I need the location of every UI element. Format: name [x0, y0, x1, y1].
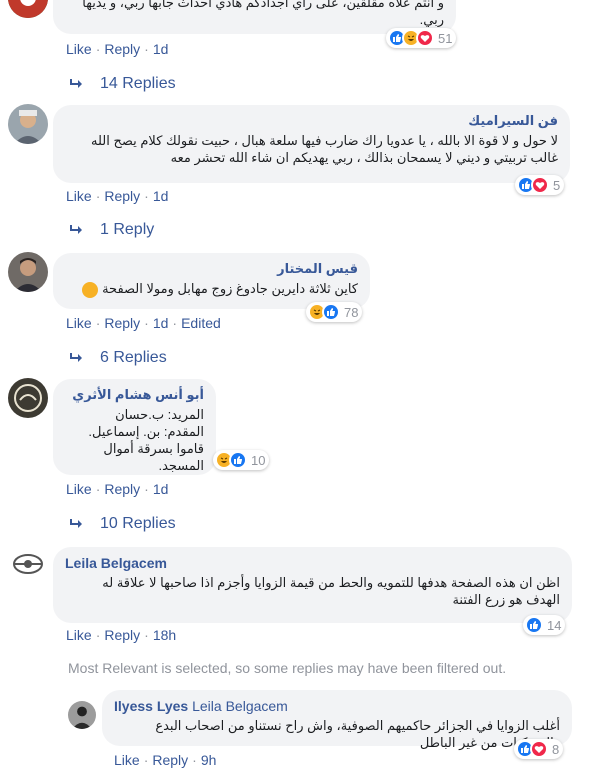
reaction-count: 14	[547, 617, 562, 633]
comment-author[interactable]: فن السيراميك	[65, 113, 558, 129]
timestamp[interactable]: 1d	[153, 188, 169, 204]
comment-text: لا حول و لا قوة الا بالله ، يا عدويا راك…	[91, 133, 558, 165]
reaction-count: 8	[552, 741, 560, 757]
like-icon	[525, 616, 543, 634]
timestamp[interactable]: 1d	[153, 315, 169, 331]
comment-text: و أنتم علاه مقلقين، على رأي أجدادكم هاذي…	[82, 0, 444, 27]
reaction-summary[interactable]: 78	[306, 302, 363, 322]
comment-actions: Like · Reply · 1d	[66, 41, 169, 57]
like-button[interactable]: Like	[66, 627, 92, 643]
like-button[interactable]: Like	[66, 481, 92, 497]
like-button[interactable]: Like	[66, 41, 92, 57]
view-replies-link[interactable]: 6 Replies	[70, 349, 167, 367]
comment-text: اظن ان هذه الصفحة هدفها للتمويه والحط من…	[102, 575, 560, 607]
avatar[interactable]	[8, 378, 48, 418]
view-replies-link[interactable]: 14 Replies	[70, 75, 176, 93]
reply-button[interactable]: Reply	[104, 41, 140, 57]
reply-button[interactable]: Reply	[104, 481, 140, 497]
reply-mention[interactable]: Leila Belgacem	[192, 698, 288, 714]
edited-label[interactable]: Edited	[181, 315, 221, 331]
avatar[interactable]	[8, 104, 48, 144]
reaction-count: 78	[344, 304, 359, 320]
replies-label: 1 Reply	[100, 221, 155, 238]
view-replies-link[interactable]: 10 Replies	[70, 515, 176, 533]
avatar[interactable]	[8, 0, 48, 18]
reply-arrow-icon	[70, 79, 82, 88]
comment-text-body: كاين ثلاثة دايرين جادوغ زوج مهابل ومولا …	[102, 281, 358, 296]
like-icon	[229, 451, 247, 469]
reaction-count: 10	[251, 452, 266, 468]
love-icon	[416, 29, 434, 47]
reaction-summary[interactable]: 10	[213, 450, 270, 470]
like-button[interactable]: Like	[114, 752, 140, 768]
comment-bubble: فن السيراميك لا حول و لا قوة الا بالله ،…	[53, 105, 570, 183]
reaction-count: 5	[553, 177, 561, 193]
timestamp[interactable]: 18h	[153, 627, 176, 643]
love-icon	[531, 176, 549, 194]
reaction-summary[interactable]: 14	[523, 615, 566, 635]
comment-actions: Like · Reply · 18h	[66, 627, 177, 643]
avatar[interactable]	[8, 252, 48, 292]
replies-label: 6 Replies	[100, 349, 167, 366]
timestamp[interactable]: 9h	[201, 752, 217, 768]
reply-header: Ilyess Lyes Leila Belgacem	[114, 698, 560, 714]
comment-actions: Like · Reply · 1d · Edited	[66, 315, 221, 331]
timestamp[interactable]: 1d	[153, 481, 169, 497]
comment-author[interactable]: قيس المختار	[65, 261, 358, 277]
avatar[interactable]	[68, 701, 96, 729]
reaction-summary[interactable]: 51	[386, 28, 457, 48]
reply-button[interactable]: Reply	[104, 188, 140, 204]
reply-author[interactable]: Ilyess Lyes	[114, 698, 188, 714]
reply-button[interactable]: Reply	[152, 752, 188, 768]
comment-line: المقدم: بن. إسماعيل.	[88, 424, 204, 439]
filter-notice: Most Relevant is selected, so some repli…	[68, 660, 507, 676]
reply-arrow-icon	[70, 519, 82, 528]
comment-line: قاموا بسرقة أموال المسجد.	[103, 441, 204, 473]
like-button[interactable]: Like	[66, 315, 92, 331]
love-icon	[530, 740, 548, 758]
reply-bubble: Ilyess Lyes Leila Belgacem أغلب الزوايا …	[102, 690, 572, 750]
reply-arrow-icon	[70, 353, 82, 362]
comment-bubble: قيس المختار كاين ثلاثة دايرين جادوغ زوج …	[53, 253, 370, 309]
like-icon	[322, 303, 340, 321]
comment-author[interactable]: Leila Belgacem	[65, 555, 560, 571]
like-button[interactable]: Like	[66, 188, 92, 204]
avatar[interactable]	[8, 544, 48, 584]
timestamp[interactable]: 1d	[153, 41, 169, 57]
view-replies-link[interactable]: 1 Reply	[70, 221, 154, 239]
comment-line: المريد: ب.حسان	[115, 407, 204, 422]
reaction-summary[interactable]: 8	[514, 739, 564, 759]
replies-label: 14 Replies	[100, 75, 176, 92]
reaction-summary[interactable]: 5	[515, 175, 565, 195]
replies-label: 10 Replies	[100, 515, 176, 532]
reaction-count: 51	[438, 30, 453, 46]
comment-actions: Like · Reply · 1d	[66, 481, 169, 497]
comment-actions: Like · Reply · 1d	[66, 188, 169, 204]
reply-text: أغلب الزوايا في الجزائر حاكميهم الصوفية،…	[155, 718, 560, 750]
reply-actions: Like · Reply · 9h	[114, 752, 217, 768]
reply-button[interactable]: Reply	[104, 315, 140, 331]
comment-bubble: Leila Belgacem اظن ان هذه الصفحة هدفها ل…	[53, 547, 572, 623]
comment-text: كاين ثلاثة دايرين جادوغ زوج مهابل ومولا …	[65, 280, 358, 298]
comment-bubble: أبو أنس هشام الأثري المريد: ب.حسان المقد…	[53, 379, 216, 475]
reply-arrow-icon	[70, 225, 82, 234]
laughing-emoji-icon	[82, 281, 99, 298]
reply-button[interactable]: Reply	[104, 627, 140, 643]
comment-author[interactable]: أبو أنس هشام الأثري	[65, 387, 204, 403]
